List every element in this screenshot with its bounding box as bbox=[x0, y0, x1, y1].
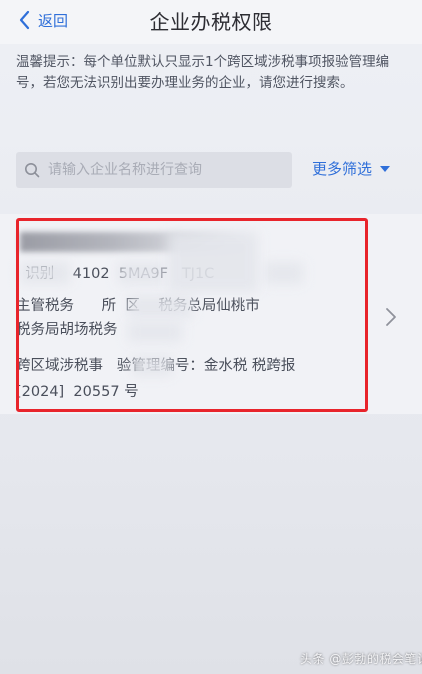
navigation-bar: 返回 企业办税权限 bbox=[0, 0, 422, 44]
chevron-right-icon[interactable] bbox=[384, 306, 398, 328]
highlight-box bbox=[16, 218, 368, 412]
search-icon bbox=[25, 163, 40, 178]
notice-text: 温馨提示：每个单位默认只显示1个跨区域涉税事项报验管理编号，若您无法识别出要办理… bbox=[16, 54, 390, 91]
caret-down-icon bbox=[380, 165, 391, 172]
source-watermark: 头条 @彭勃的税会笔记 bbox=[300, 652, 422, 666]
app-screen: 返回 企业办税权限 温馨提示：每个单位默认只显示1个跨区域涉税事项报验管理编号，… bbox=[0, 0, 422, 674]
search-input[interactable] bbox=[48, 152, 284, 188]
more-filter-button[interactable]: 更多筛选 bbox=[312, 158, 391, 179]
search-box[interactable] bbox=[16, 152, 292, 188]
page-title: 企业办税权限 bbox=[149, 10, 273, 34]
search-row: 更多筛选 bbox=[0, 150, 422, 190]
more-filter-label: 更多筛选 bbox=[312, 160, 373, 178]
